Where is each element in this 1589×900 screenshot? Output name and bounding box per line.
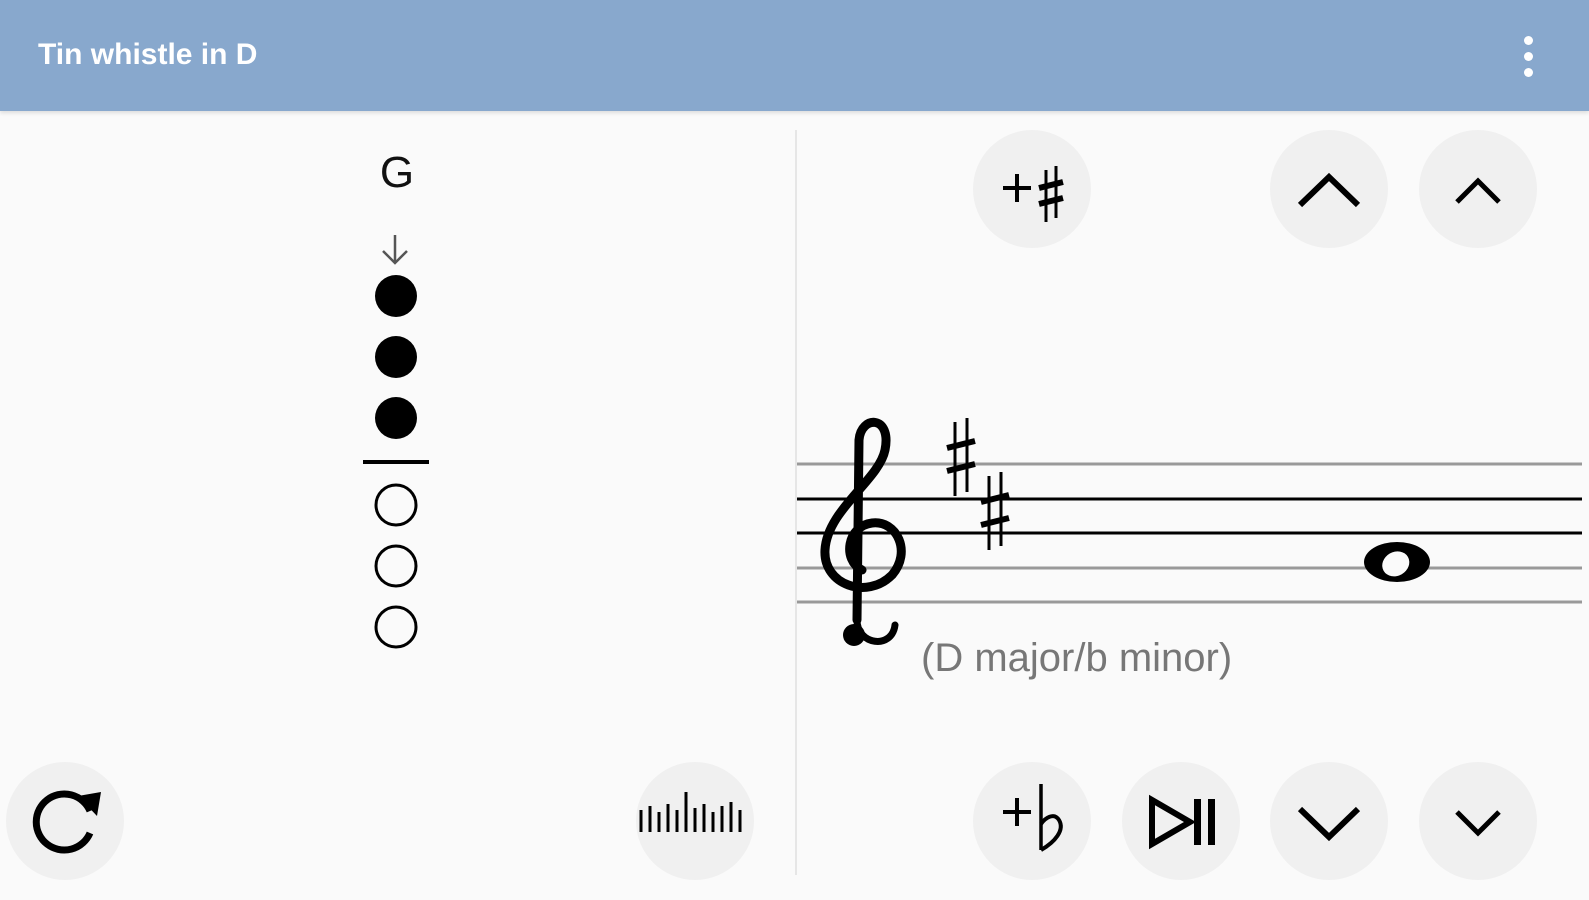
finger-hole-1 (375, 275, 417, 317)
tuner-button[interactable] (636, 762, 754, 880)
whole-note (1364, 542, 1430, 582)
semitone-up-icon (1455, 177, 1501, 204)
finger-hole-4 (374, 483, 418, 527)
semitone-down-icon (1455, 810, 1501, 837)
finger-hole-2 (375, 336, 417, 378)
fingering-chart (350, 225, 440, 655)
note-name: G (379, 148, 415, 197)
add-flat-button[interactable] (973, 762, 1091, 880)
finger-hole-5 (374, 544, 418, 588)
add-flat-icon (1003, 784, 1063, 852)
play-pause-icon (1149, 794, 1215, 850)
key-signature-label: (D major/b minor) (921, 636, 1233, 680)
octave-up-icon (1297, 172, 1361, 208)
staff-lines (797, 462, 1582, 604)
play-pause-button[interactable] (1122, 762, 1240, 880)
finger-hole-6 (374, 605, 418, 649)
clef-tail-dot (843, 624, 865, 646)
add-sharp-icon (1003, 166, 1064, 222)
octave-down-icon (1297, 806, 1361, 842)
octave-up-button[interactable] (1270, 130, 1388, 248)
app-bar: Tin whistle in D (0, 0, 1589, 111)
music-staff (797, 410, 1589, 670)
octave-down-button[interactable] (1270, 762, 1388, 880)
app-title: Tin whistle in D (38, 38, 258, 71)
tuner-icon (639, 792, 742, 832)
key-signature-sharp-1 (946, 418, 976, 496)
finger-hole-3 (375, 397, 417, 439)
rotate-button[interactable] (6, 762, 124, 880)
add-sharp-button[interactable] (973, 130, 1091, 248)
rotate-icon (32, 790, 101, 854)
semitone-up-button[interactable] (1419, 130, 1537, 248)
semitone-down-button[interactable] (1419, 762, 1537, 880)
key-signature-sharp-2 (980, 472, 1010, 550)
arrow-down-icon (382, 235, 408, 265)
more-vert-icon[interactable] (1508, 30, 1548, 84)
